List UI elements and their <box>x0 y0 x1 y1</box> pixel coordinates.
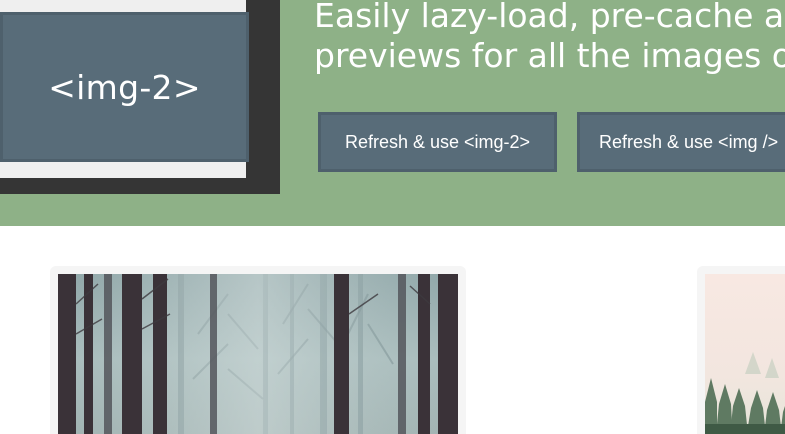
refresh-use-img2-button[interactable]: Refresh & use <img-2> <box>318 112 557 172</box>
hero-headline-line-1: Easily lazy-load, pre-cache and <box>314 0 785 35</box>
foggy-forest-image <box>58 274 458 434</box>
gallery-card[interactable] <box>697 266 785 434</box>
gallery-card[interactable] <box>50 266 466 434</box>
hero-headline-line-2: previews for all the images on y <box>314 36 785 75</box>
img-2-preview-placeholder: <img-2> <box>0 12 249 162</box>
refresh-use-img-button[interactable]: Refresh & use <img /> <box>577 112 785 172</box>
hero-headline: Easily lazy-load, pre-cache and previews… <box>314 0 785 76</box>
img-2-preview-label: <img-2> <box>48 67 201 107</box>
hero-banner: <img-2> Easily lazy-load, pre-cache and … <box>0 0 785 226</box>
misty-pine-treeline-image <box>705 274 785 434</box>
